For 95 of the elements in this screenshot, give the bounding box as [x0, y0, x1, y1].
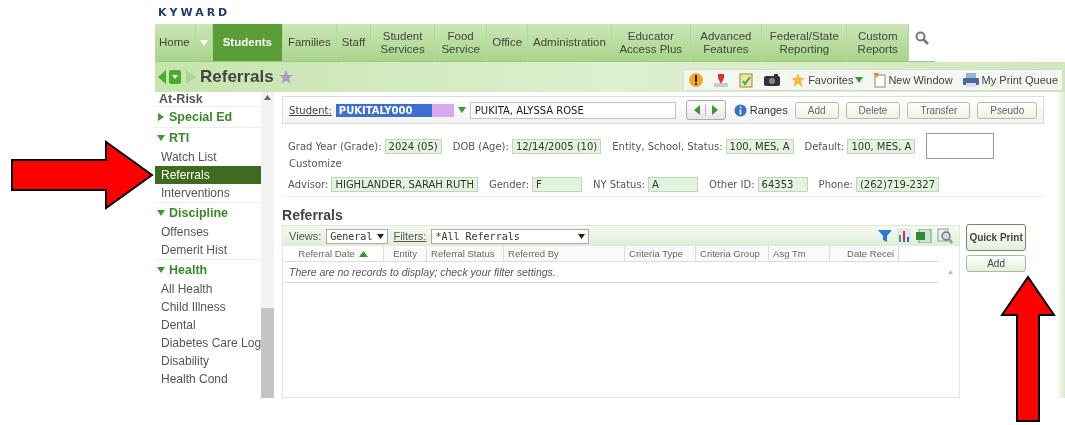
action-button[interactable]: Pseudo	[977, 101, 1038, 119]
filter-icon	[878, 229, 893, 243]
column-header[interactable]: Referral Status	[427, 246, 505, 261]
map-pin-icon	[713, 72, 730, 88]
field-value: 100, MES, A	[847, 138, 916, 154]
field-label: Grad Year (Grade):	[288, 140, 382, 152]
sidebar-item[interactable]: Dental	[155, 316, 262, 334]
page-title: Referrals	[200, 67, 274, 87]
sidebar-group[interactable]: At-Risk	[155, 92, 262, 106]
spreadsheet-icon	[916, 229, 933, 243]
views-dropdown[interactable]: General	[326, 228, 389, 244]
field-value: F	[532, 176, 582, 192]
sidebar-item[interactable]: Disability	[155, 352, 262, 370]
column-header[interactable]: Referred By	[504, 246, 626, 261]
nav-tab[interactable]: Federal/State Reporting	[762, 24, 848, 61]
caret-icon	[578, 233, 586, 239]
print-queue-link[interactable]: My Print Queue	[961, 72, 1058, 88]
filters-link[interactable]: Filters:	[393, 230, 427, 242]
column-header[interactable]: Asg Tm	[769, 246, 831, 261]
caret-icon	[199, 39, 208, 46]
field-label: Gender:	[488, 178, 529, 190]
favorites-menu[interactable]: Favorites	[790, 72, 864, 88]
field-label: DOB (Age):	[452, 140, 509, 152]
student-name-field[interactable]: PUKITA, ALYSSA ROSE	[469, 101, 676, 119]
field-label: NY Status:	[593, 178, 645, 190]
alert-icon	[688, 72, 705, 88]
nav-tab[interactable]: Home	[155, 24, 196, 61]
nav-tab[interactable]: Custom Reports	[847, 24, 909, 61]
sidebar-item[interactable]: Health Cond	[155, 370, 262, 388]
quick-print-button[interactable]: Quick Print	[966, 224, 1027, 251]
printer-icon	[961, 72, 980, 88]
filters-dropdown[interactable]: *All Referrals	[431, 228, 590, 244]
sidebar-item[interactable]: Interventions	[155, 184, 262, 202]
navigation-arrows-icon	[158, 69, 196, 85]
field-label: Phone:	[818, 178, 853, 190]
field-value: 64353	[757, 176, 808, 192]
caret-icon	[855, 77, 864, 83]
field-value: 100, MES, A	[725, 138, 794, 154]
logo: KYWARD	[158, 5, 231, 19]
sidebar-item[interactable]: All Health	[155, 280, 262, 298]
action-button[interactable]: Add	[794, 101, 839, 119]
field-value: A	[648, 176, 698, 192]
sidebar-item[interactable]: Referrals	[155, 166, 262, 184]
action-button[interactable]: Transfer	[907, 101, 971, 119]
sidebar-item[interactable]: Demerit Hist	[155, 241, 262, 259]
student-id-field[interactable]: PUKITALY000	[335, 103, 454, 117]
field-label: Default:	[804, 140, 845, 152]
star-icon	[277, 69, 294, 85]
nav-tab[interactable]: Student Services	[371, 24, 435, 61]
scroll-thumb[interactable]	[261, 308, 275, 398]
sort-ascending-icon	[358, 250, 368, 257]
field-value: 2024 (05)	[384, 138, 442, 154]
add-button[interactable]: Add	[966, 255, 1027, 272]
column-header[interactable]: Criteria Type	[625, 246, 697, 261]
star-icon	[790, 72, 807, 88]
nav-tab[interactable]: Administration	[528, 24, 612, 61]
info-icon	[733, 103, 747, 117]
nav-tab[interactable]: Educator Access Plus	[611, 24, 691, 61]
caret-icon	[457, 107, 466, 113]
sidebar-item[interactable]: Diabetes Care Log	[155, 334, 262, 352]
new-window-link[interactable]: New Window	[872, 72, 953, 88]
scroll-up-icon	[948, 270, 954, 274]
sidebar-item[interactable]: Child Illness	[155, 298, 262, 316]
column-header[interactable]: Entity	[384, 246, 428, 261]
field-label: Advisor:	[288, 178, 329, 190]
preview-icon	[937, 228, 954, 244]
field-label: Entity, School, Status:	[612, 140, 723, 152]
column-header[interactable]: Date Recei	[830, 246, 900, 261]
nav-tab[interactable]: Families	[282, 24, 337, 61]
nav-tab[interactable]: Staff	[336, 24, 372, 61]
pager-control[interactable]	[685, 100, 726, 120]
field-value: (262)719-2327	[855, 176, 939, 192]
scroll-up-icon	[264, 95, 272, 100]
views-label: Views:	[289, 230, 322, 242]
empty-message: There are no records to display; check your filter settings.	[283, 262, 939, 283]
column-header[interactable]: Criteria Group	[696, 246, 770, 261]
customize-link[interactable]: Customize	[288, 158, 1045, 172]
caret-icon	[377, 233, 385, 239]
bar-chart-icon	[897, 229, 912, 243]
nav-tab[interactable]: Office	[487, 24, 529, 61]
field-value: 12/14/2005 (10)	[511, 138, 602, 154]
student-link[interactable]: Student:	[289, 104, 332, 116]
section-title: Referrals	[282, 206, 344, 225]
action-button[interactable]: Delete	[845, 101, 901, 119]
sidebar-item[interactable]: Offenses	[155, 223, 262, 241]
scrollbar[interactable]	[261, 92, 275, 398]
ranges-link[interactable]: Ranges	[733, 103, 788, 117]
nav-tab[interactable]: Food Service	[435, 24, 488, 61]
search-icon	[915, 30, 929, 45]
field-label: Other ID:	[709, 178, 755, 190]
window-icon	[872, 72, 887, 88]
camera-icon	[763, 73, 782, 87]
nav-tab[interactable]: Advanced Features	[690, 24, 763, 61]
field-value: HIGHLANDER, SARAH RUTH	[331, 176, 478, 192]
sidebar-item[interactable]: Watch List	[155, 148, 262, 166]
